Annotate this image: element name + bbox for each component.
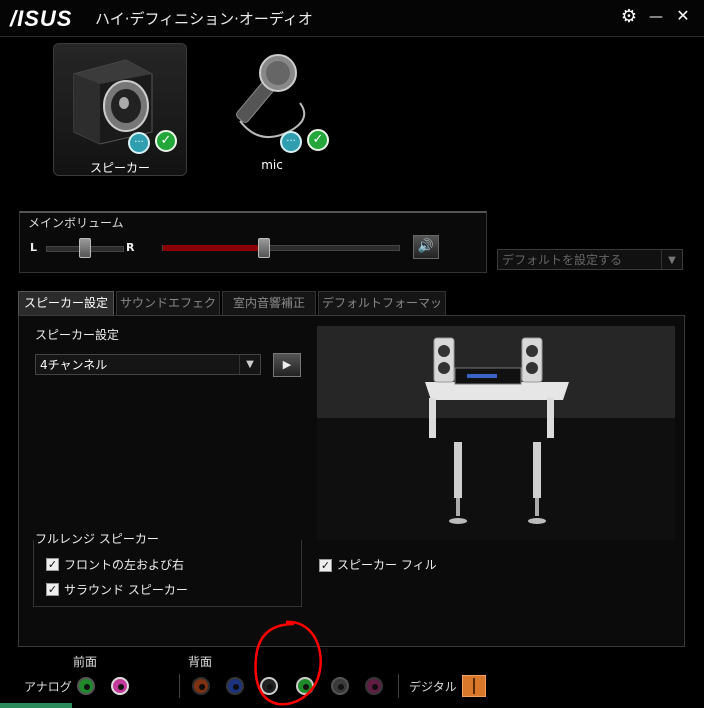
device-speaker-label: スピーカー: [89, 161, 150, 175]
app-title: ハイ·デフィニション·オーディオ: [95, 10, 313, 28]
rear-jack-orange[interactable]: [192, 677, 210, 695]
check-status-icon: ✓: [307, 129, 329, 151]
divider: [398, 674, 399, 698]
digital-output-icon[interactable]: [462, 675, 486, 697]
volume-slider-thumb[interactable]: [258, 238, 271, 258]
tab-room-correction[interactable]: 室内音響補正: [222, 291, 316, 315]
tab-default-format[interactable]: デフォルトフォーマット: [318, 291, 446, 332]
minimize-button[interactable]: —: [645, 9, 667, 25]
device-mic-label: mic: [261, 158, 283, 172]
chat-status-icon: ···: [128, 132, 150, 154]
chevron-down-icon: ▼: [239, 355, 260, 374]
front-speaker-label: フロントの左および右: [64, 558, 185, 572]
rear-jack-blue[interactable]: [226, 677, 244, 695]
speaker-room-preview: [317, 326, 675, 540]
device-speaker[interactable]: ··· ✓ スピーカー: [53, 43, 187, 176]
settings-gear-icon[interactable]: ⚙: [618, 6, 640, 27]
speaker-fill-label: スピーカー フィル: [337, 558, 437, 572]
rear-jack-gray[interactable]: [331, 677, 349, 695]
balance-slider-thumb[interactable]: [79, 238, 91, 258]
rear-jack-purple[interactable]: [365, 677, 383, 695]
taskbar-strip: [0, 703, 72, 708]
main-volume-title: メインボリューム: [28, 216, 124, 230]
chat-status-icon: ···: [280, 131, 302, 153]
mute-speaker-icon[interactable]: 🔊: [413, 235, 439, 259]
front-speaker-checkbox[interactable]: ✓: [46, 558, 59, 571]
set-default-dropdown[interactable]: デフォルトを設定する ▼: [497, 249, 683, 270]
annotation-circle: [254, 620, 322, 706]
tab-speaker-config[interactable]: スピーカー設定: [18, 291, 114, 316]
speaker-fill-checkbox[interactable]: ✓: [319, 559, 332, 572]
front-jack-pink[interactable]: [111, 677, 129, 695]
surround-speaker-label: サラウンド スピーカー: [64, 583, 188, 597]
set-default-label: デフォルトを設定する: [502, 253, 623, 267]
digital-label: デジタル: [409, 680, 457, 694]
check-status-icon: ✓: [155, 130, 177, 152]
tab-content-panel: スピーカー設定 4チャンネル ▼ ▶ フルレンジ スピーカー ✓ フロントの左お…: [18, 315, 685, 647]
microphone-device-icon: [235, 54, 306, 139]
speaker-layout-illustration: [317, 326, 675, 540]
front-panel-label: 前面: [73, 655, 98, 669]
device-mic[interactable]: ··· ✓ mic: [206, 43, 338, 174]
fullrange-group: ✓ フロントの左および右 ✓ サラウンド スピーカー: [33, 540, 302, 607]
title-bar: /ISUS ハイ·デフィニション·オーディオ ⚙ — ✕: [0, 0, 704, 37]
speaker-config-select[interactable]: 4チャンネル ▼: [35, 354, 261, 375]
divider: [179, 674, 180, 698]
asus-logo: /ISUS: [10, 6, 73, 31]
analog-label: アナログ: [24, 680, 72, 694]
tab-sound-effects[interactable]: サウンドエフェクト: [116, 291, 220, 332]
volume-level-fill: [163, 245, 265, 251]
balance-right-label: R: [126, 241, 135, 254]
play-test-button[interactable]: ▶: [273, 353, 301, 377]
surround-speaker-checkbox[interactable]: ✓: [46, 583, 59, 596]
main-volume-panel: メインボリューム L R 🔊: [19, 211, 487, 273]
speaker-config-value: 4チャンネル: [40, 358, 108, 372]
rear-panel-label: 背面: [188, 655, 213, 669]
close-button[interactable]: ✕: [672, 6, 694, 25]
chevron-down-icon: ▼: [661, 250, 682, 269]
speaker-config-heading: スピーカー設定: [35, 328, 120, 342]
balance-left-label: L: [30, 241, 38, 254]
front-jack-green[interactable]: [77, 677, 95, 695]
